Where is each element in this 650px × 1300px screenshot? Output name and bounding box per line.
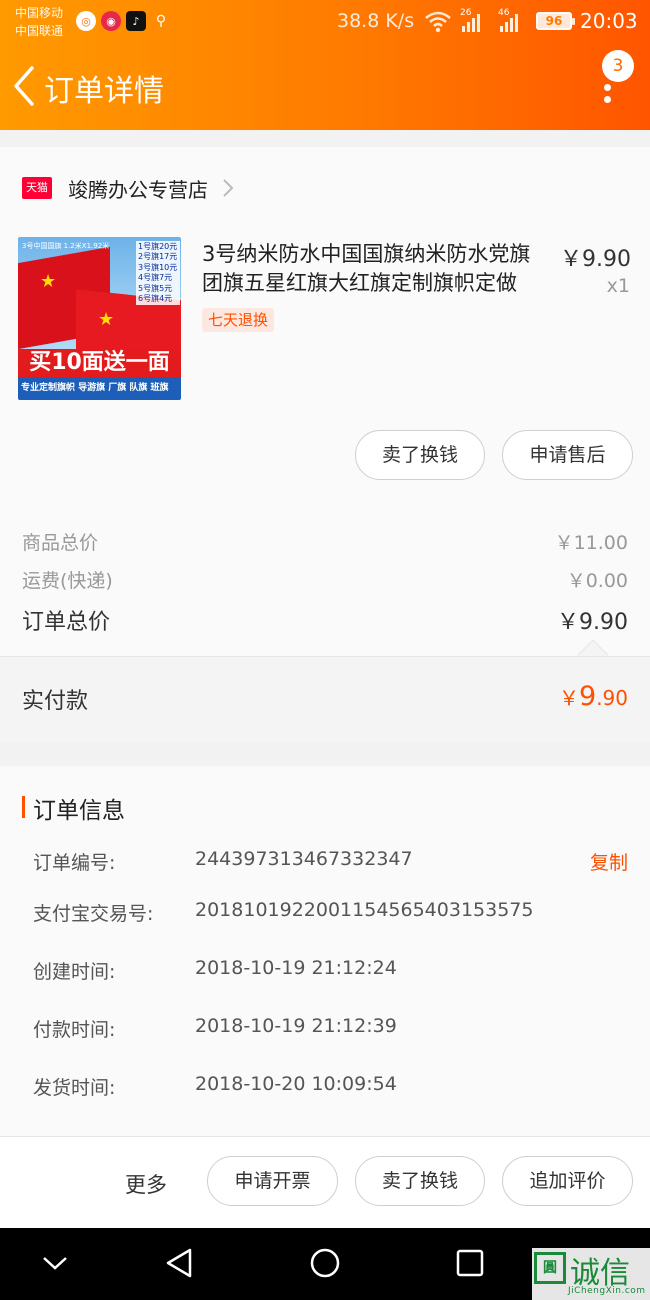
carrier-1: 中国移动 bbox=[15, 6, 64, 20]
sell-for-cash-button[interactable]: 卖了换钱 bbox=[355, 1156, 485, 1206]
payment-currency: ￥ bbox=[559, 686, 579, 710]
network-speed: 38.8 K/s bbox=[337, 10, 415, 32]
signal-2-label: 46 bbox=[498, 8, 510, 18]
watermark-logo: 圓 诚信 JiChengXin.com bbox=[532, 1248, 650, 1300]
payment-decimal: .90 bbox=[596, 686, 628, 710]
section-accent-bar bbox=[22, 796, 25, 818]
shipped-time-row: 发货时间: 2018-10-20 10:09:54 bbox=[33, 1073, 628, 1101]
seven-day-return-tag: 七天退换 bbox=[202, 308, 275, 332]
created-time-row: 创建时间: 2018-10-19 21:12:24 bbox=[33, 957, 628, 985]
message-count-badge[interactable]: 3 bbox=[602, 50, 634, 82]
watermark-subtext: JiChengXin.com bbox=[568, 1286, 646, 1296]
chevron-right-icon bbox=[223, 179, 234, 197]
signal-strength-icon: 26 bbox=[460, 8, 480, 32]
more-actions-button[interactable]: 更多 bbox=[125, 1169, 167, 1199]
app-notification-icon: ◉ bbox=[101, 11, 121, 31]
goods-total-row: 商品总价 ￥11.00 bbox=[22, 528, 628, 556]
paid-time-label: 付款时间: bbox=[33, 1019, 116, 1041]
thumb-price-item: 3号旗10元 bbox=[138, 262, 178, 272]
order-card: 天猫 竣腾办公专营店 ★ ★ 3号中国国旗 1.2米X1.92米 1号旗20元 … bbox=[0, 147, 650, 657]
thumb-tags-text: 专业定制旗帜 导游旗 厂旗 队旗 班旗 bbox=[18, 377, 181, 400]
actual-payment-value: ￥9.90 bbox=[559, 681, 628, 712]
order-total-value: ￥9.90 bbox=[557, 610, 628, 635]
status-bar: 中国移动 中国联通 ◎ ◉ ♪ ⚲ 38.8 K/s 26 46 96 20:0… bbox=[0, 0, 650, 46]
order-info-card: 订单信息 订单编号: 244397313467332347 复制 支付宝交易号:… bbox=[0, 766, 650, 1136]
battery-icon: 96 bbox=[536, 12, 575, 30]
shop-name: 竣腾办公专营店 bbox=[68, 177, 208, 202]
shipped-time-label: 发货时间: bbox=[33, 1077, 116, 1099]
actual-payment-label: 实付款 bbox=[22, 689, 89, 714]
actual-payment-box: 实付款 ￥9.90 bbox=[0, 656, 650, 742]
thumb-price-list: 1号旗20元 2号旗17元 3号旗10元 4号旗7元 5号旗5元 6号旗4元 bbox=[136, 241, 180, 306]
carrier-2: 中国联通 bbox=[15, 24, 64, 38]
watermark-box-glyph: 圓 bbox=[534, 1252, 566, 1284]
request-invoice-button[interactable]: 申请开票 bbox=[207, 1156, 338, 1206]
shipping-fee-value: ￥0.00 bbox=[566, 570, 628, 592]
back-arrow-icon[interactable] bbox=[10, 64, 38, 108]
shipped-time-value: 2018-10-20 10:09:54 bbox=[195, 1073, 397, 1095]
created-time-value: 2018-10-19 21:12:24 bbox=[195, 957, 397, 979]
paid-time-row: 付款时间: 2018-10-19 21:12:39 bbox=[33, 1015, 628, 1043]
tmall-logo-icon: 天猫 bbox=[22, 177, 52, 199]
recent-apps-icon[interactable] bbox=[453, 1246, 487, 1280]
chevron-down-icon[interactable] bbox=[38, 1246, 72, 1280]
order-number-row: 订单编号: 244397313467332347 复制 bbox=[33, 848, 628, 876]
order-info-heading: 订单信息 bbox=[33, 798, 125, 824]
copy-order-number-button[interactable]: 复制 bbox=[590, 848, 628, 875]
order-total-label: 订单总价 bbox=[22, 610, 111, 635]
back-triangle-icon[interactable] bbox=[162, 1246, 196, 1280]
alipay-trade-row: 支付宝交易号: 2018101922001154565403153575 bbox=[33, 899, 628, 927]
shop-link[interactable]: 天猫 竣腾办公专营店 bbox=[22, 173, 234, 203]
shipping-fee-row: 运费(快递) ￥0.00 bbox=[22, 566, 628, 594]
product-quantity: x1 bbox=[606, 275, 630, 297]
signal-strength-icon: 46 bbox=[498, 8, 518, 32]
thumb-price-item: 2号旗17元 bbox=[138, 252, 178, 262]
paid-time-value: 2018-10-19 21:12:39 bbox=[195, 1015, 397, 1037]
thumb-promo-text: 买10面送一面 bbox=[18, 349, 181, 377]
bottom-action-bar: 更多 申请开票 卖了换钱 追加评价 bbox=[0, 1136, 650, 1228]
page-title: 订单详情 bbox=[44, 74, 164, 109]
product-price: ￥9.90 bbox=[560, 247, 631, 272]
thumb-price-item: 5号旗5元 bbox=[138, 283, 173, 293]
product-image[interactable]: ★ ★ 3号中国国旗 1.2米X1.92米 1号旗20元 2号旗17元 3号旗1… bbox=[18, 237, 181, 400]
shipping-fee-label: 运费(快递) bbox=[22, 570, 113, 592]
notification-icons: ◎ ◉ ♪ ⚲ bbox=[76, 11, 171, 31]
carrier-info: 中国移动 中国联通 bbox=[15, 4, 63, 40]
weibo-icon: ◎ bbox=[76, 11, 96, 31]
app-header: 中国移动 中国联通 ◎ ◉ ♪ ⚲ 38.8 K/s 26 46 96 20:0… bbox=[0, 0, 650, 130]
signal-1-label: 26 bbox=[460, 8, 472, 18]
order-total-row: 订单总价 ￥9.90 bbox=[22, 604, 628, 635]
thumb-price-item: 1号旗20元 bbox=[138, 242, 178, 251]
order-number-label: 订单编号: bbox=[33, 852, 116, 874]
sell-for-cash-button[interactable]: 卖了换钱 bbox=[355, 430, 485, 480]
created-time-label: 创建时间: bbox=[33, 961, 116, 983]
star-icon: ★ bbox=[98, 309, 115, 330]
alipay-trade-value: 2018101922001154565403153575 bbox=[195, 899, 534, 921]
status-time: 20:03 bbox=[580, 9, 638, 33]
payment-integer: 9 bbox=[579, 681, 597, 712]
tiktok-icon: ♪ bbox=[126, 11, 146, 31]
star-icon: ★ bbox=[40, 271, 57, 292]
thumb-price-item: 6号旗4元 bbox=[138, 294, 173, 304]
thumb-header-text: 3号中国国旗 1.2米X1.92米 bbox=[22, 242, 110, 250]
home-circle-icon[interactable] bbox=[308, 1246, 342, 1280]
alipay-trade-label: 支付宝交易号: bbox=[33, 903, 154, 925]
goods-total-label: 商品总价 bbox=[22, 532, 99, 554]
goods-total-value: ￥11.00 bbox=[554, 532, 628, 554]
product-title[interactable]: 3号纳米防水中国国旗纳米防水党旗团旗五星红旗大红旗定制旗帜定做 bbox=[202, 240, 550, 298]
location-icon: ⚲ bbox=[155, 13, 167, 29]
add-review-button[interactable]: 追加评价 bbox=[502, 1156, 633, 1206]
order-number-value: 244397313467332347 bbox=[195, 848, 413, 870]
after-sale-button[interactable]: 申请售后 bbox=[502, 430, 633, 480]
wifi-icon bbox=[425, 11, 451, 33]
thumb-price-item: 4号旗7元 bbox=[138, 273, 173, 283]
